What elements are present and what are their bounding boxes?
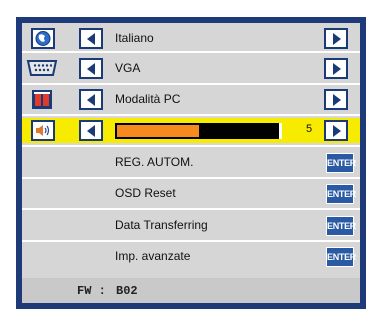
- row-divider: [22, 114, 360, 116]
- volume-slider-fill: [117, 125, 199, 137]
- mode-next-button[interactable]: [324, 89, 348, 110]
- row-divider: [22, 51, 360, 53]
- data-transferring-label: Data Transferring: [115, 218, 208, 232]
- row-divider: [22, 208, 360, 210]
- row-divider: [22, 145, 360, 147]
- menu-row-osd-reset[interactable]: OSD Reset ENTER: [22, 181, 360, 206]
- volume-increase-button[interactable]: [324, 120, 348, 141]
- language-prev-button[interactable]: [79, 28, 103, 49]
- volume-value: 5: [306, 123, 313, 135]
- auto-adjust-enter-button[interactable]: ENTER: [326, 153, 356, 173]
- menu-row-data-transferring[interactable]: Data Transferring ENTER: [22, 213, 360, 238]
- row-divider: [22, 240, 360, 242]
- osd-reset-enter-button[interactable]: ENTER: [326, 184, 356, 204]
- menu-row-volume[interactable]: 5: [22, 118, 360, 143]
- volume-decrease-button[interactable]: [79, 120, 103, 141]
- menu-row-display-mode[interactable]: Modalità PC: [22, 87, 360, 112]
- vga-connector-icon: [26, 58, 58, 79]
- source-value: VGA: [115, 61, 141, 75]
- firmware-bar: FW : B02: [22, 278, 360, 303]
- menu-row-language[interactable]: Italiano: [22, 26, 360, 51]
- auto-adjust-label: REG. AUTOM.: [115, 155, 194, 169]
- globe-language-icon: [31, 28, 55, 49]
- volume-speaker-icon: [31, 120, 55, 141]
- firmware-version: B02: [116, 284, 138, 298]
- language-value: Italiano: [115, 31, 154, 45]
- source-prev-button[interactable]: [79, 58, 103, 79]
- row-divider: [22, 83, 360, 85]
- source-next-button[interactable]: [324, 58, 348, 79]
- mode-value: Modalità PC: [115, 92, 181, 106]
- menu-row-advanced-settings[interactable]: Imp. avanzate ENTER: [22, 244, 360, 269]
- advanced-settings-label: Imp. avanzate: [115, 249, 191, 263]
- volume-slider[interactable]: [115, 123, 282, 139]
- osd-menu-body: Italiano VGA Modalità PC 5 REG. AUTOM. E…: [22, 23, 360, 303]
- advanced-settings-enter-button[interactable]: ENTER: [326, 247, 356, 267]
- data-transferring-enter-button[interactable]: ENTER: [326, 216, 356, 236]
- mode-prev-button[interactable]: [79, 89, 103, 110]
- osd-reset-label: OSD Reset: [115, 186, 176, 200]
- firmware-label: FW :: [77, 284, 106, 298]
- osd-menu-frame: Italiano VGA Modalità PC 5 REG. AUTOM. E…: [16, 17, 366, 309]
- menu-row-auto-adjust[interactable]: REG. AUTOM. ENTER: [22, 150, 360, 175]
- menu-row-input-source[interactable]: VGA: [22, 56, 360, 81]
- language-next-button[interactable]: [324, 28, 348, 49]
- row-divider: [22, 177, 360, 179]
- display-mode-icon: [31, 89, 53, 110]
